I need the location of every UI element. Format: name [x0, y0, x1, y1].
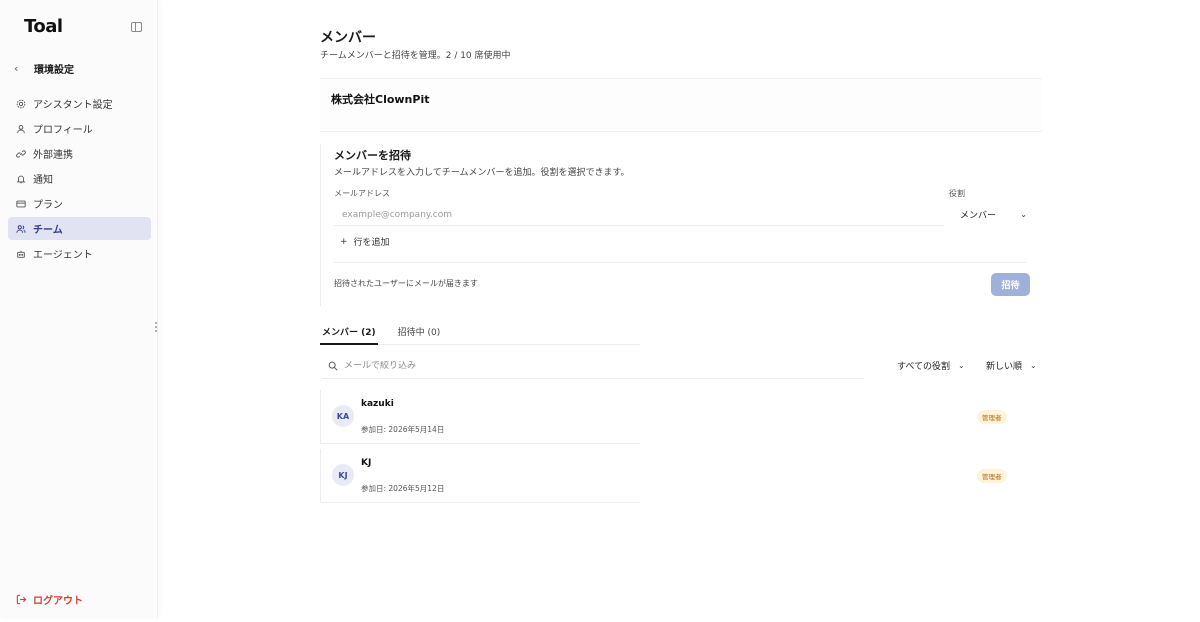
invite-note: 招待されたユーザーにメールが届きます [334, 279, 478, 288]
member-tabs: メンバー (2) 招待中 (0) [320, 322, 640, 345]
member-row[interactable]: KA kazuki 参加日: 2026年5月14日 [320, 390, 640, 444]
user-icon [16, 124, 26, 134]
sidebar-item-notifications[interactable]: 通知 [8, 167, 151, 190]
member-row[interactable]: KJ KJ 参加日: 2026年5月12日 [320, 449, 640, 503]
invite-title: メンバーを招待 [334, 149, 411, 162]
add-row-button[interactable]: + 行を追加 [340, 235, 390, 249]
organization-name: 株式会社ClownPit [331, 93, 430, 106]
chevron-down-icon: ⌄ [958, 361, 965, 370]
role-filter-dropdown[interactable]: すべての役割 ⌄ [897, 359, 965, 372]
users-icon [16, 224, 26, 234]
page-subtitle: チームメンバーと招待を管理。2 / 10 席使用中 [320, 51, 511, 61]
settings-back-button[interactable]: ‹ 環境設定 [14, 60, 74, 76]
sidebar-item-label: アシスタント設定 [33, 100, 113, 111]
email-label: メールアドレス [334, 189, 390, 198]
member-search [322, 354, 864, 379]
logout-icon [16, 594, 27, 605]
search-input[interactable] [344, 361, 844, 371]
chevron-down-icon: ⌄ [1020, 209, 1027, 219]
tab-pending[interactable]: 招待中 (0) [396, 322, 443, 345]
email-field[interactable] [334, 204, 944, 226]
settings-nav: アシスタント設定 プロフィール 外部連携 通知 プラン チーム エージェント [8, 92, 151, 267]
role-select-value: メンバー [960, 210, 997, 221]
sidebar: Toal ‹ 環境設定 アシスタント設定 プロフィール 外部連携 通知 プラン … [0, 0, 158, 618]
member-name: KJ [361, 458, 372, 468]
invite-card: メンバーを招待 メールアドレスを入力してチームメンバーを追加。役割を選択できます… [320, 144, 1032, 306]
role-badge: 管理者 [977, 410, 1007, 424]
settings-back-label: 環境設定 [34, 64, 74, 76]
role-label: 役割 [949, 189, 965, 198]
sidebar-item-integrations[interactable]: 外部連携 [8, 142, 151, 165]
member-joined-date: 参加日: 2026年5月12日 [361, 484, 445, 493]
role-filter-label: すべての役割 [897, 362, 951, 372]
robot-icon [16, 249, 26, 259]
sidebar-item-label: プラン [33, 200, 63, 211]
chevron-down-icon: ⌄ [1030, 361, 1037, 370]
sidebar-item-label: プロフィール [33, 125, 93, 136]
sidebar-item-team[interactable]: チーム [8, 217, 151, 240]
sidebar-item-assistant[interactable]: アシスタント設定 [8, 92, 151, 115]
app-logo: Toal [24, 16, 63, 37]
link-icon [16, 149, 26, 159]
bell-icon [16, 174, 26, 184]
sidebar-item-label: エージェント [33, 250, 93, 261]
divider [334, 262, 1026, 263]
organization-card: 株式会社ClownPit [320, 78, 1042, 132]
sidebar-resize-handle[interactable] [154, 322, 157, 336]
sidebar-item-label: 外部連携 [33, 150, 73, 161]
chevron-left-icon: ‹ [14, 61, 19, 75]
avatar: KA [332, 405, 354, 427]
add-row-label: 行を追加 [353, 238, 390, 248]
sort-label: 新しい順 [986, 362, 1023, 372]
gear-icon [16, 99, 26, 109]
sidebar-item-profile[interactable]: プロフィール [8, 117, 151, 140]
sidebar-toggle-icon[interactable] [131, 22, 142, 32]
logout-label: ログアウト [33, 596, 83, 607]
member-joined-date: 参加日: 2026年5月14日 [361, 425, 445, 434]
search-icon [328, 361, 338, 371]
avatar: KJ [332, 464, 354, 486]
tab-members[interactable]: メンバー (2) [320, 322, 378, 345]
sidebar-item-agent[interactable]: エージェント [8, 242, 151, 265]
card-icon [16, 199, 26, 209]
page-title: メンバー [320, 30, 376, 46]
logout-button[interactable]: ログアウト [16, 592, 83, 607]
plus-icon: + [340, 236, 348, 247]
app-root: Toal ‹ 環境設定 アシスタント設定 プロフィール 外部連携 通知 プラン … [0, 0, 1200, 622]
member-name: kazuki [361, 399, 394, 409]
role-select[interactable]: メンバー ⌄ [949, 204, 1031, 224]
sidebar-item-plan[interactable]: プラン [8, 192, 151, 215]
sidebar-item-label: チーム [33, 225, 63, 236]
sidebar-item-label: 通知 [33, 175, 53, 186]
invite-description: メールアドレスを入力してチームメンバーを追加。役割を選択できます。 [334, 168, 630, 178]
sort-dropdown[interactable]: 新しい順 ⌄ [986, 359, 1037, 372]
role-badge: 管理者 [977, 469, 1007, 483]
invite-button[interactable]: 招待 [991, 273, 1030, 296]
